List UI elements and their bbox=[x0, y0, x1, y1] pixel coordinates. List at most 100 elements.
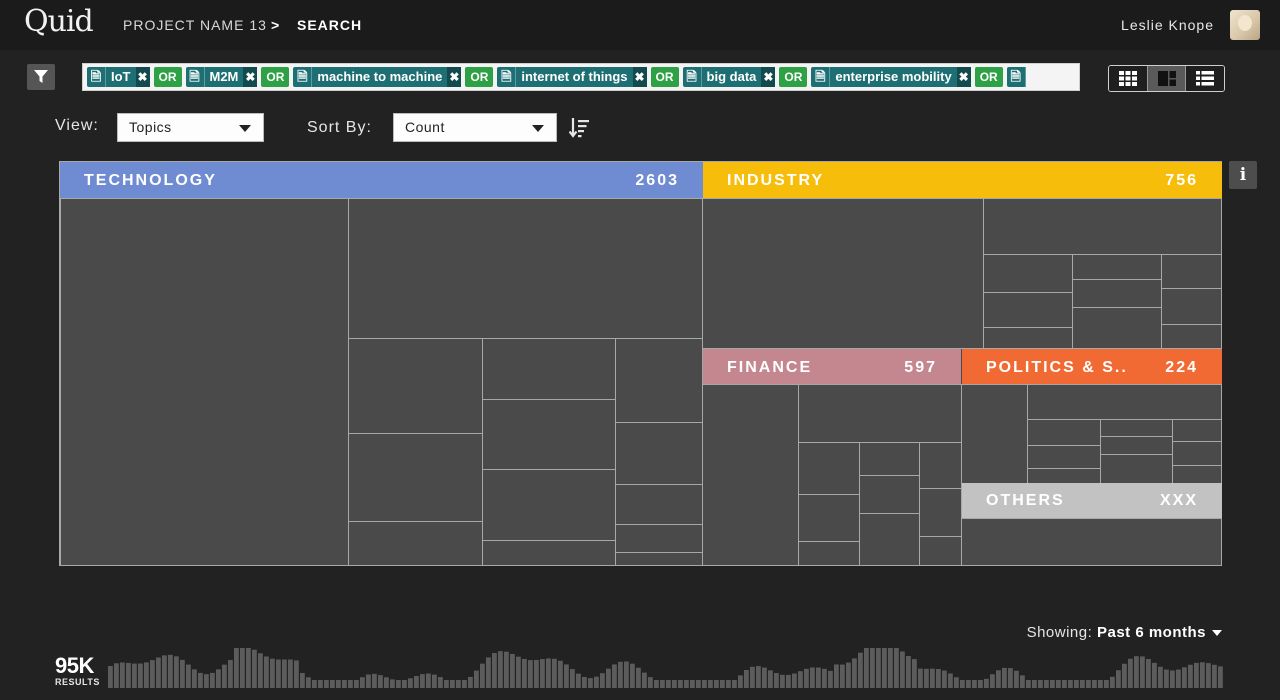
finance-subtopic-tile[interactable] bbox=[859, 475, 920, 514]
politics-subtopic-tile[interactable] bbox=[1100, 419, 1173, 437]
finance-subtopic-tile[interactable] bbox=[919, 536, 962, 566]
politics-subtopic-tile[interactable] bbox=[1027, 419, 1101, 446]
politics-subtopic-tile[interactable] bbox=[1027, 445, 1101, 469]
query-chip[interactable]: 🗎 M2M ✖ bbox=[185, 67, 258, 87]
finance-subtopic-tile[interactable] bbox=[919, 488, 962, 537]
finance-subtopic-tile[interactable] bbox=[859, 513, 920, 566]
technology-subtopic-tile[interactable] bbox=[348, 521, 483, 566]
query-term: enterprise mobility bbox=[835, 69, 952, 84]
industry-subtopic-tile[interactable] bbox=[983, 198, 1222, 255]
industry-subtopic-tile[interactable] bbox=[1161, 288, 1222, 325]
remove-icon[interactable]: ✖ bbox=[243, 67, 258, 87]
technology-subtopic-tile[interactable] bbox=[615, 552, 703, 566]
politics-header[interactable]: POLITICS & S.. 224 bbox=[962, 349, 1222, 386]
remove-icon[interactable]: ✖ bbox=[447, 67, 462, 87]
view-select[interactable]: Topics bbox=[117, 113, 264, 142]
finance-subtopic-tile[interactable] bbox=[919, 442, 962, 489]
chevron-down-icon bbox=[239, 125, 251, 132]
histogram-bar bbox=[162, 655, 167, 688]
industry-subtopic-tile[interactable] bbox=[1072, 279, 1162, 308]
finance-subtopic-tile[interactable] bbox=[798, 494, 860, 542]
histogram-bar bbox=[1092, 680, 1097, 688]
query-chip[interactable]: 🗎 bbox=[1006, 67, 1026, 87]
technology-subtopic-tile[interactable] bbox=[615, 484, 703, 525]
politics-subtopic-tile[interactable] bbox=[1172, 441, 1222, 466]
finance-header[interactable]: FINANCE 597 bbox=[703, 349, 961, 386]
industry-subtopic-tile[interactable] bbox=[983, 327, 1073, 349]
avatar[interactable] bbox=[1230, 10, 1260, 40]
remove-icon[interactable]: ✖ bbox=[632, 67, 647, 87]
finance-subtopic-tile[interactable] bbox=[702, 384, 799, 566]
or-operator[interactable]: OR bbox=[153, 67, 182, 87]
politics-subtopic-tile[interactable] bbox=[1100, 454, 1173, 484]
histogram-bar bbox=[666, 680, 671, 688]
quid-logo[interactable]: Quid bbox=[24, 4, 94, 39]
histogram-bar bbox=[720, 680, 725, 688]
politics-subtopic-tile[interactable] bbox=[1100, 436, 1173, 455]
remove-icon[interactable]: ✖ bbox=[956, 67, 971, 87]
histogram-bar bbox=[888, 648, 893, 688]
technology-subtopic-tile[interactable] bbox=[348, 338, 483, 434]
industry-subtopic-tile[interactable] bbox=[983, 254, 1073, 293]
user-name[interactable]: Leslie Knope bbox=[1121, 17, 1214, 33]
politics-subtopic-tile[interactable] bbox=[1027, 468, 1101, 484]
topic-count: XXX bbox=[1159, 492, 1198, 509]
results-histogram[interactable] bbox=[108, 640, 1224, 688]
industry-subtopic-tile[interactable] bbox=[1161, 324, 1222, 349]
treemap-view-button[interactable] bbox=[1147, 66, 1187, 91]
others-subtopic-tile[interactable] bbox=[961, 518, 1222, 566]
sort-direction-icon[interactable] bbox=[569, 117, 589, 139]
finance-subtopic-tile[interactable] bbox=[798, 442, 860, 495]
finance-subtopic-tile[interactable] bbox=[798, 384, 962, 443]
politics-subtopic-tile[interactable] bbox=[961, 384, 1028, 484]
technology-subtopic-tile[interactable] bbox=[482, 399, 616, 470]
query-chip[interactable]: 🗎 enterprise mobility ✖ bbox=[811, 67, 971, 87]
technology-subtopic-tile[interactable] bbox=[348, 198, 703, 339]
finance-subtopic-tile[interactable] bbox=[798, 541, 860, 566]
query-chip[interactable]: 🗎 machine to machine ✖ bbox=[293, 67, 462, 87]
politics-subtopic-tile[interactable] bbox=[1172, 419, 1222, 442]
histogram-bar bbox=[378, 675, 383, 688]
query-chip[interactable]: 🗎 big data ✖ bbox=[682, 67, 776, 87]
filter-button[interactable] bbox=[27, 64, 55, 90]
technology-subtopic-tile[interactable] bbox=[615, 422, 703, 485]
list-view-button[interactable] bbox=[1186, 66, 1224, 91]
politics-subtopic-tile[interactable] bbox=[1027, 384, 1222, 420]
technology-subtopic-tile[interactable] bbox=[482, 338, 616, 400]
or-operator[interactable]: OR bbox=[650, 67, 679, 87]
histogram-bar bbox=[936, 668, 941, 688]
industry-subtopic-tile[interactable] bbox=[702, 198, 984, 349]
query-bar[interactable]: 🗎 IoT ✖ OR 🗎 M2M ✖ OR 🗎 machine to machine ✖ OR 🗎 int… bbox=[82, 63, 1080, 91]
or-operator[interactable]: OR bbox=[465, 67, 494, 87]
technology-subtopic-tile[interactable] bbox=[60, 198, 349, 566]
industry-subtopic-tile[interactable] bbox=[1161, 254, 1222, 289]
technology-subtopic-tile[interactable] bbox=[482, 469, 616, 541]
breadcrumb-project[interactable]: PROJECT NAME 13 bbox=[123, 17, 267, 33]
politics-subtopic-tile[interactable] bbox=[1172, 465, 1222, 484]
industry-header[interactable]: INDUSTRY 756 bbox=[703, 162, 1222, 199]
technology-subtopic-tile[interactable] bbox=[482, 540, 616, 566]
technology-subtopic-tile[interactable] bbox=[615, 524, 703, 553]
query-chip[interactable]: 🗎 IoT ✖ bbox=[87, 67, 150, 87]
industry-subtopic-tile[interactable] bbox=[983, 292, 1073, 328]
histogram-bar bbox=[750, 666, 755, 688]
histogram-bar bbox=[858, 652, 863, 688]
industry-subtopic-tile[interactable] bbox=[1072, 307, 1162, 349]
remove-icon[interactable]: ✖ bbox=[761, 67, 776, 87]
grid-view-button[interactable] bbox=[1109, 66, 1148, 91]
finance-subtopic-tile[interactable] bbox=[859, 442, 920, 476]
technology-subtopic-tile[interactable] bbox=[348, 433, 483, 522]
or-operator[interactable]: OR bbox=[261, 67, 290, 87]
sort-select[interactable]: Count bbox=[393, 113, 557, 142]
info-icon[interactable]: i bbox=[1229, 161, 1257, 189]
others-header[interactable]: OTHERS XXX bbox=[962, 483, 1222, 519]
time-range-selector[interactable]: Showing: Past 6 months bbox=[1027, 624, 1222, 641]
technology-header[interactable]: TECHNOLOGY 2603 bbox=[60, 162, 703, 199]
technology-subtopic-tile[interactable] bbox=[615, 338, 703, 423]
or-operator[interactable]: OR bbox=[779, 67, 808, 87]
histogram-bar bbox=[1128, 658, 1133, 688]
remove-icon[interactable]: ✖ bbox=[135, 67, 150, 87]
query-chip[interactable]: 🗎 internet of things ✖ bbox=[497, 67, 647, 87]
or-operator[interactable]: OR bbox=[974, 67, 1003, 87]
industry-subtopic-tile[interactable] bbox=[1072, 254, 1162, 280]
